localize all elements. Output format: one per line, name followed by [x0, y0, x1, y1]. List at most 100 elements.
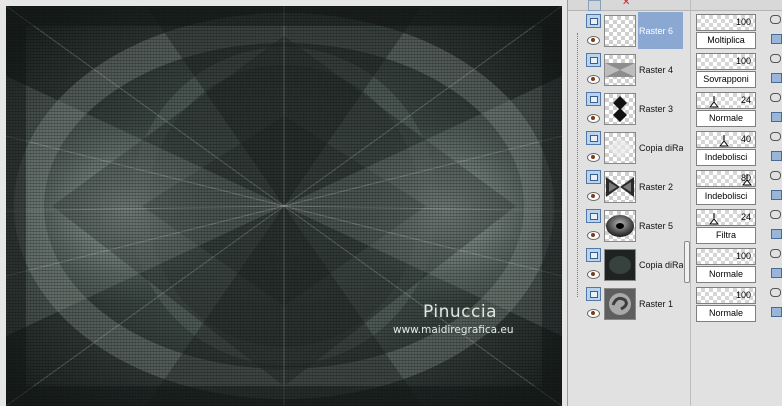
opacity-slider[interactable]: 100 [696, 287, 756, 304]
lock-icon[interactable] [771, 112, 782, 122]
blend-mode-select[interactable]: Moltiplica [696, 32, 756, 49]
opacity-slider[interactable]: 100 [696, 53, 756, 70]
image-canvas[interactable]: Pinuccia www.maidiregrafica.eu [0, 0, 567, 406]
link-icon[interactable] [770, 249, 781, 258]
opacity-value: 100 [735, 290, 751, 300]
lock-icon[interactable] [771, 190, 782, 200]
layer-name[interactable]: Raster 5 [638, 207, 683, 244]
layer-row[interactable]: Raster 2 [584, 168, 683, 205]
layer-row[interactable]: Copia diRa [584, 129, 683, 166]
opacity-marker-icon[interactable] [709, 213, 719, 225]
visibility-eye-icon[interactable] [587, 309, 600, 318]
layer-name[interactable]: Raster 1 [638, 285, 683, 322]
visibility-eye-icon[interactable] [587, 192, 600, 201]
watermark-name: Pinuccia [423, 302, 497, 322]
link-icon[interactable] [770, 54, 781, 63]
link-icon[interactable] [770, 171, 781, 180]
blend-mode-select[interactable]: Indebolisci [696, 149, 756, 166]
lock-icon[interactable] [771, 151, 782, 161]
visibility-eye-icon[interactable] [587, 36, 600, 45]
layer-row[interactable]: Raster 4 [584, 51, 683, 88]
opacity-slider[interactable]: 24 [696, 92, 756, 109]
layer-row[interactable]: Raster 6 [584, 12, 683, 49]
layer-thumbnail [604, 54, 636, 86]
layer-properties: 100 Sovrapponi [696, 53, 757, 90]
opacity-marker-icon[interactable] [709, 96, 719, 108]
layer-name[interactable]: Raster 3 [638, 90, 683, 127]
blend-mode-select[interactable]: Normale [696, 305, 756, 322]
tree-line [577, 33, 579, 297]
layer-type-icon [586, 92, 601, 106]
visibility-eye-icon[interactable] [587, 114, 600, 123]
layer-link-lock [770, 92, 782, 126]
layer-name[interactable]: Raster 4 [638, 51, 683, 88]
opacity-slider[interactable]: 24 [696, 209, 756, 226]
layer-properties: 40 Indebolisci [696, 131, 757, 168]
opacity-slider[interactable]: 80 [696, 170, 756, 187]
layer-name[interactable]: Raster 2 [638, 168, 683, 205]
opacity-value: 40 [740, 134, 751, 144]
layer-link-lock [770, 53, 782, 87]
layer-row[interactable]: Raster 1 [584, 285, 683, 322]
layer-link-lock [770, 287, 782, 321]
visibility-eye-icon[interactable] [587, 231, 600, 240]
link-icon[interactable] [770, 288, 781, 297]
lock-icon[interactable] [771, 307, 782, 317]
lock-icon[interactable] [771, 34, 782, 44]
layer-properties: 100 Normale [696, 248, 757, 285]
layer-properties: 24 Normale [696, 92, 757, 129]
palette-toolbar: ✕ [568, 0, 782, 11]
layer-link-lock [770, 170, 782, 204]
link-icon[interactable] [770, 15, 781, 24]
layer-thumbnail [604, 132, 636, 164]
artwork-graphic [6, 6, 562, 406]
lock-icon[interactable] [771, 268, 782, 278]
link-icon[interactable] [770, 132, 781, 141]
new-layer-icon[interactable] [588, 0, 601, 11]
blend-mode-select[interactable]: Filtra [696, 227, 756, 244]
blend-mode-select[interactable]: Normale [696, 110, 756, 127]
opacity-value: 24 [740, 95, 751, 105]
layer-name[interactable]: Raster 6 [638, 12, 683, 49]
visibility-eye-icon[interactable] [587, 75, 600, 84]
layer-row[interactable]: Raster 3 [584, 90, 683, 127]
layer-name[interactable]: Copia diRa [638, 246, 683, 283]
layer-type-icon [586, 170, 601, 184]
opacity-value: 100 [735, 251, 751, 261]
lock-icon[interactable] [771, 229, 782, 239]
layer-thumbnail [604, 210, 636, 242]
layer-thumbnail [604, 15, 636, 47]
layer-row[interactable]: Raster 5 [584, 207, 683, 244]
layer-thumbnail [604, 249, 636, 281]
layer-row[interactable]: Copia diRa [584, 246, 683, 283]
opacity-slider[interactable]: 100 [696, 14, 756, 31]
opacity-slider[interactable]: 100 [696, 248, 756, 265]
link-icon[interactable] [770, 210, 781, 219]
layer-link-lock [770, 131, 782, 165]
layer-name[interactable]: Copia diRa [638, 129, 683, 166]
opacity-value: 24 [740, 212, 751, 222]
layer-type-icon [586, 248, 601, 262]
layer-link-lock [770, 248, 782, 282]
blend-mode-select[interactable]: Indebolisci [696, 188, 756, 205]
visibility-eye-icon[interactable] [587, 270, 600, 279]
layer-thumbnail [604, 171, 636, 203]
layer-properties: 100 Moltiplica [696, 14, 757, 51]
artwork[interactable]: Pinuccia www.maidiregrafica.eu [6, 6, 562, 406]
opacity-value: 80 [740, 173, 751, 183]
link-icon[interactable] [770, 93, 781, 102]
visibility-eye-icon[interactable] [587, 153, 600, 162]
opacity-slider[interactable]: 40 [696, 131, 756, 148]
pane-divider [690, 0, 691, 406]
layer-link-lock [770, 14, 782, 48]
layer-thumbnail [604, 93, 636, 125]
opacity-value: 100 [735, 17, 751, 27]
blend-mode-select[interactable]: Sovrapponi [696, 71, 756, 88]
layers-palette: ✕ Raster 6 Raster 4 Raster 3 Copia diRa [567, 0, 782, 406]
lock-icon[interactable] [771, 73, 782, 83]
delete-layer-icon[interactable]: ✕ [622, 0, 630, 8]
blend-mode-select[interactable]: Normale [696, 266, 756, 283]
opacity-marker-icon[interactable] [719, 135, 729, 147]
layer-properties: 80 Indebolisci [696, 170, 757, 207]
layer-type-icon [586, 209, 601, 223]
